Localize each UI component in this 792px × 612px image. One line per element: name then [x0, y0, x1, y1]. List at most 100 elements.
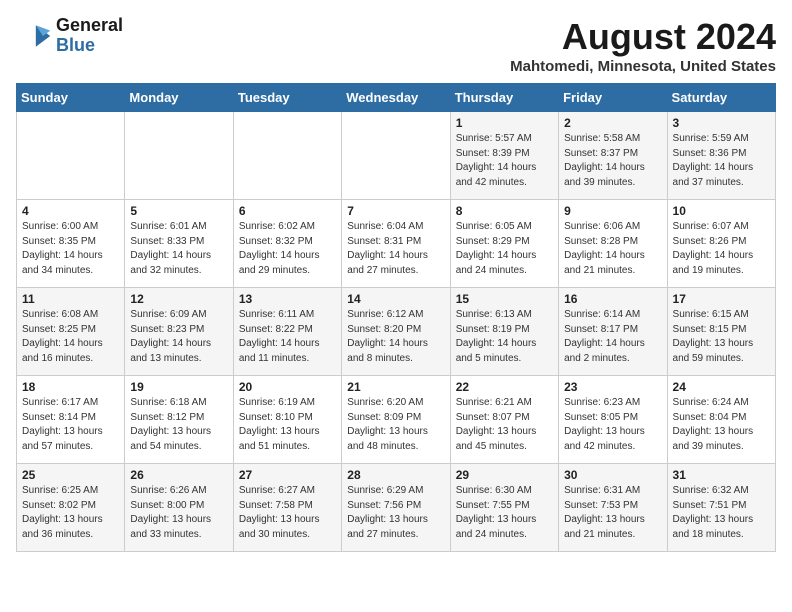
day-info: Sunrise: 6:31 AM Sunset: 7:53 PM Dayligh… — [564, 484, 661, 542]
day-info: Sunrise: 6:23 AM Sunset: 8:05 PM Dayligh… — [564, 396, 661, 454]
day-info: Sunrise: 6:12 AM Sunset: 8:20 PM Dayligh… — [347, 308, 444, 366]
day-number: 15 — [456, 292, 553, 306]
day-number: 30 — [564, 468, 661, 482]
weekday-header-monday: Monday — [125, 84, 233, 112]
day-info: Sunrise: 6:32 AM Sunset: 7:51 PM Dayligh… — [673, 484, 770, 542]
day-info: Sunrise: 6:13 AM Sunset: 8:19 PM Dayligh… — [456, 308, 553, 366]
day-number: 9 — [564, 204, 661, 218]
calendar-cell: 1 Sunrise: 5:57 AM Sunset: 8:39 PM Daylig… — [450, 112, 558, 200]
day-number: 21 — [347, 380, 444, 394]
day-number: 31 — [673, 468, 770, 482]
calendar-cell: 5Sunrise: 6:01 AM Sunset: 8:33 PM Daylig… — [125, 200, 233, 288]
day-info: Sunrise: 6:04 AM Sunset: 8:31 PM Dayligh… — [347, 220, 444, 278]
weekday-header-row: SundayMondayTuesdayWednesdayThursdayFrid… — [17, 84, 776, 112]
calendar-cell — [342, 112, 450, 200]
day-number: 11 — [22, 292, 119, 306]
calendar-cell — [17, 112, 125, 200]
weekday-header-saturday: Saturday — [667, 84, 775, 112]
calendar-cell: 31 Sunrise: 6:32 AM Sunset: 7:51 PM Dayli… — [667, 464, 775, 552]
day-number: 29 — [456, 468, 553, 482]
logo: General Blue — [16, 16, 123, 56]
calendar-cell: 9 Sunrise: 6:06 AM Sunset: 8:28 PM Daylig… — [559, 200, 667, 288]
day-number: 25 — [22, 468, 119, 482]
day-number: 23 — [564, 380, 661, 394]
day-info: Sunrise: 5:57 AM Sunset: 8:39 PM Dayligh… — [456, 132, 553, 190]
calendar-cell: 11 Sunrise: 6:08 AM Sunset: 8:25 PM Dayli… — [17, 288, 125, 376]
calendar-cell: 22 Sunrise: 6:21 AM Sunset: 8:07 PM Dayli… — [450, 376, 558, 464]
calendar-cell: 14Sunrise: 6:12 AM Sunset: 8:20 PM Dayli… — [342, 288, 450, 376]
calendar-cell: 18Sunrise: 6:17 AM Sunset: 8:14 PM Dayli… — [17, 376, 125, 464]
day-info: Sunrise: 6:27 AM Sunset: 7:58 PM Dayligh… — [239, 484, 336, 542]
day-info: Sunrise: 6:21 AM Sunset: 8:07 PM Dayligh… — [456, 396, 553, 454]
location: Mahtomedi, Minnesota, United States — [510, 58, 776, 75]
calendar-cell: 2 Sunrise: 5:58 AM Sunset: 8:37 PM Daylig… — [559, 112, 667, 200]
day-info: Sunrise: 6:07 AM Sunset: 8:26 PM Dayligh… — [673, 220, 770, 278]
day-number: 13 — [239, 292, 336, 306]
day-number: 28 — [347, 468, 444, 482]
calendar-cell: 17 Sunrise: 6:15 AM Sunset: 8:15 PM Dayli… — [667, 288, 775, 376]
calendar-cell: 10 Sunrise: 6:07 AM Sunset: 8:26 PM Dayli… — [667, 200, 775, 288]
day-info: Sunrise: 6:00 AM Sunset: 8:35 PM Dayligh… — [22, 220, 119, 278]
weekday-header-tuesday: Tuesday — [233, 84, 341, 112]
weekday-header-thursday: Thursday — [450, 84, 558, 112]
day-info: Sunrise: 6:15 AM Sunset: 8:15 PM Dayligh… — [673, 308, 770, 366]
day-number: 4 — [22, 204, 119, 218]
calendar-cell: 28 Sunrise: 6:29 AM Sunset: 7:56 PM Dayli… — [342, 464, 450, 552]
calendar-cell: 23 Sunrise: 6:23 AM Sunset: 8:05 PM Dayli… — [559, 376, 667, 464]
day-number: 12 — [130, 292, 227, 306]
calendar-cell: 27 Sunrise: 6:27 AM Sunset: 7:58 PM Dayli… — [233, 464, 341, 552]
calendar-cell: 25Sunrise: 6:25 AM Sunset: 8:02 PM Dayli… — [17, 464, 125, 552]
day-info: Sunrise: 6:20 AM Sunset: 8:09 PM Dayligh… — [347, 396, 444, 454]
day-number: 5 — [130, 204, 227, 218]
day-info: Sunrise: 5:58 AM Sunset: 8:37 PM Dayligh… — [564, 132, 661, 190]
day-info: Sunrise: 6:18 AM Sunset: 8:12 PM Dayligh… — [130, 396, 227, 454]
day-info: Sunrise: 6:29 AM Sunset: 7:56 PM Dayligh… — [347, 484, 444, 542]
day-info: Sunrise: 6:02 AM Sunset: 8:32 PM Dayligh… — [239, 220, 336, 278]
calendar-table: SundayMondayTuesdayWednesdayThursdayFrid… — [16, 83, 776, 552]
day-info: Sunrise: 5:59 AM Sunset: 8:36 PM Dayligh… — [673, 132, 770, 190]
calendar-cell: 30 Sunrise: 6:31 AM Sunset: 7:53 PM Dayli… — [559, 464, 667, 552]
page-header: General Blue August 2024 Mahtomedi, Minn… — [16, 16, 776, 75]
day-number: 1 — [456, 116, 553, 130]
week-row-2: 4 Sunrise: 6:00 AM Sunset: 8:35 PM Daylig… — [17, 200, 776, 288]
day-info: Sunrise: 6:06 AM Sunset: 8:28 PM Dayligh… — [564, 220, 661, 278]
day-number: 27 — [239, 468, 336, 482]
calendar-cell: 24Sunrise: 6:24 AM Sunset: 8:04 PM Dayli… — [667, 376, 775, 464]
week-row-1: 1 Sunrise: 5:57 AM Sunset: 8:39 PM Daylig… — [17, 112, 776, 200]
day-info: Sunrise: 6:14 AM Sunset: 8:17 PM Dayligh… — [564, 308, 661, 366]
calendar-cell: 8Sunrise: 6:05 AM Sunset: 8:29 PM Daylig… — [450, 200, 558, 288]
day-info: Sunrise: 6:26 AM Sunset: 8:00 PM Dayligh… — [130, 484, 227, 542]
calendar-cell: 16 Sunrise: 6:14 AM Sunset: 8:17 PM Dayli… — [559, 288, 667, 376]
day-number: 19 — [130, 380, 227, 394]
calendar-cell: 3Sunrise: 5:59 AM Sunset: 8:36 PM Daylig… — [667, 112, 775, 200]
calendar-cell — [233, 112, 341, 200]
month-year: August 2024 — [510, 16, 776, 58]
day-number: 17 — [673, 292, 770, 306]
calendar-cell: 4 Sunrise: 6:00 AM Sunset: 8:35 PM Daylig… — [17, 200, 125, 288]
day-info: Sunrise: 6:08 AM Sunset: 8:25 PM Dayligh… — [22, 308, 119, 366]
calendar-cell — [125, 112, 233, 200]
day-info: Sunrise: 6:24 AM Sunset: 8:04 PM Dayligh… — [673, 396, 770, 454]
calendar-cell: 15 Sunrise: 6:13 AM Sunset: 8:19 PM Dayli… — [450, 288, 558, 376]
day-number: 2 — [564, 116, 661, 130]
day-number: 16 — [564, 292, 661, 306]
calendar-cell: 12Sunrise: 6:09 AM Sunset: 8:23 PM Dayli… — [125, 288, 233, 376]
week-row-5: 25Sunrise: 6:25 AM Sunset: 8:02 PM Dayli… — [17, 464, 776, 552]
day-number: 22 — [456, 380, 553, 394]
weekday-header-friday: Friday — [559, 84, 667, 112]
day-number: 7 — [347, 204, 444, 218]
title-block: August 2024 Mahtomedi, Minnesota, United… — [510, 16, 776, 75]
calendar-cell: 21 Sunrise: 6:20 AM Sunset: 8:09 PM Dayli… — [342, 376, 450, 464]
day-info: Sunrise: 6:30 AM Sunset: 7:55 PM Dayligh… — [456, 484, 553, 542]
day-number: 6 — [239, 204, 336, 218]
calendar-cell: 19 Sunrise: 6:18 AM Sunset: 8:12 PM Dayli… — [125, 376, 233, 464]
day-number: 26 — [130, 468, 227, 482]
calendar-cell: 7 Sunrise: 6:04 AM Sunset: 8:31 PM Daylig… — [342, 200, 450, 288]
day-info: Sunrise: 6:17 AM Sunset: 8:14 PM Dayligh… — [22, 396, 119, 454]
day-number: 10 — [673, 204, 770, 218]
calendar-cell: 29 Sunrise: 6:30 AM Sunset: 7:55 PM Dayli… — [450, 464, 558, 552]
day-info: Sunrise: 6:05 AM Sunset: 8:29 PM Dayligh… — [456, 220, 553, 278]
logo-text: General Blue — [56, 16, 123, 56]
calendar-cell: 6 Sunrise: 6:02 AM Sunset: 8:32 PM Daylig… — [233, 200, 341, 288]
day-number: 20 — [239, 380, 336, 394]
